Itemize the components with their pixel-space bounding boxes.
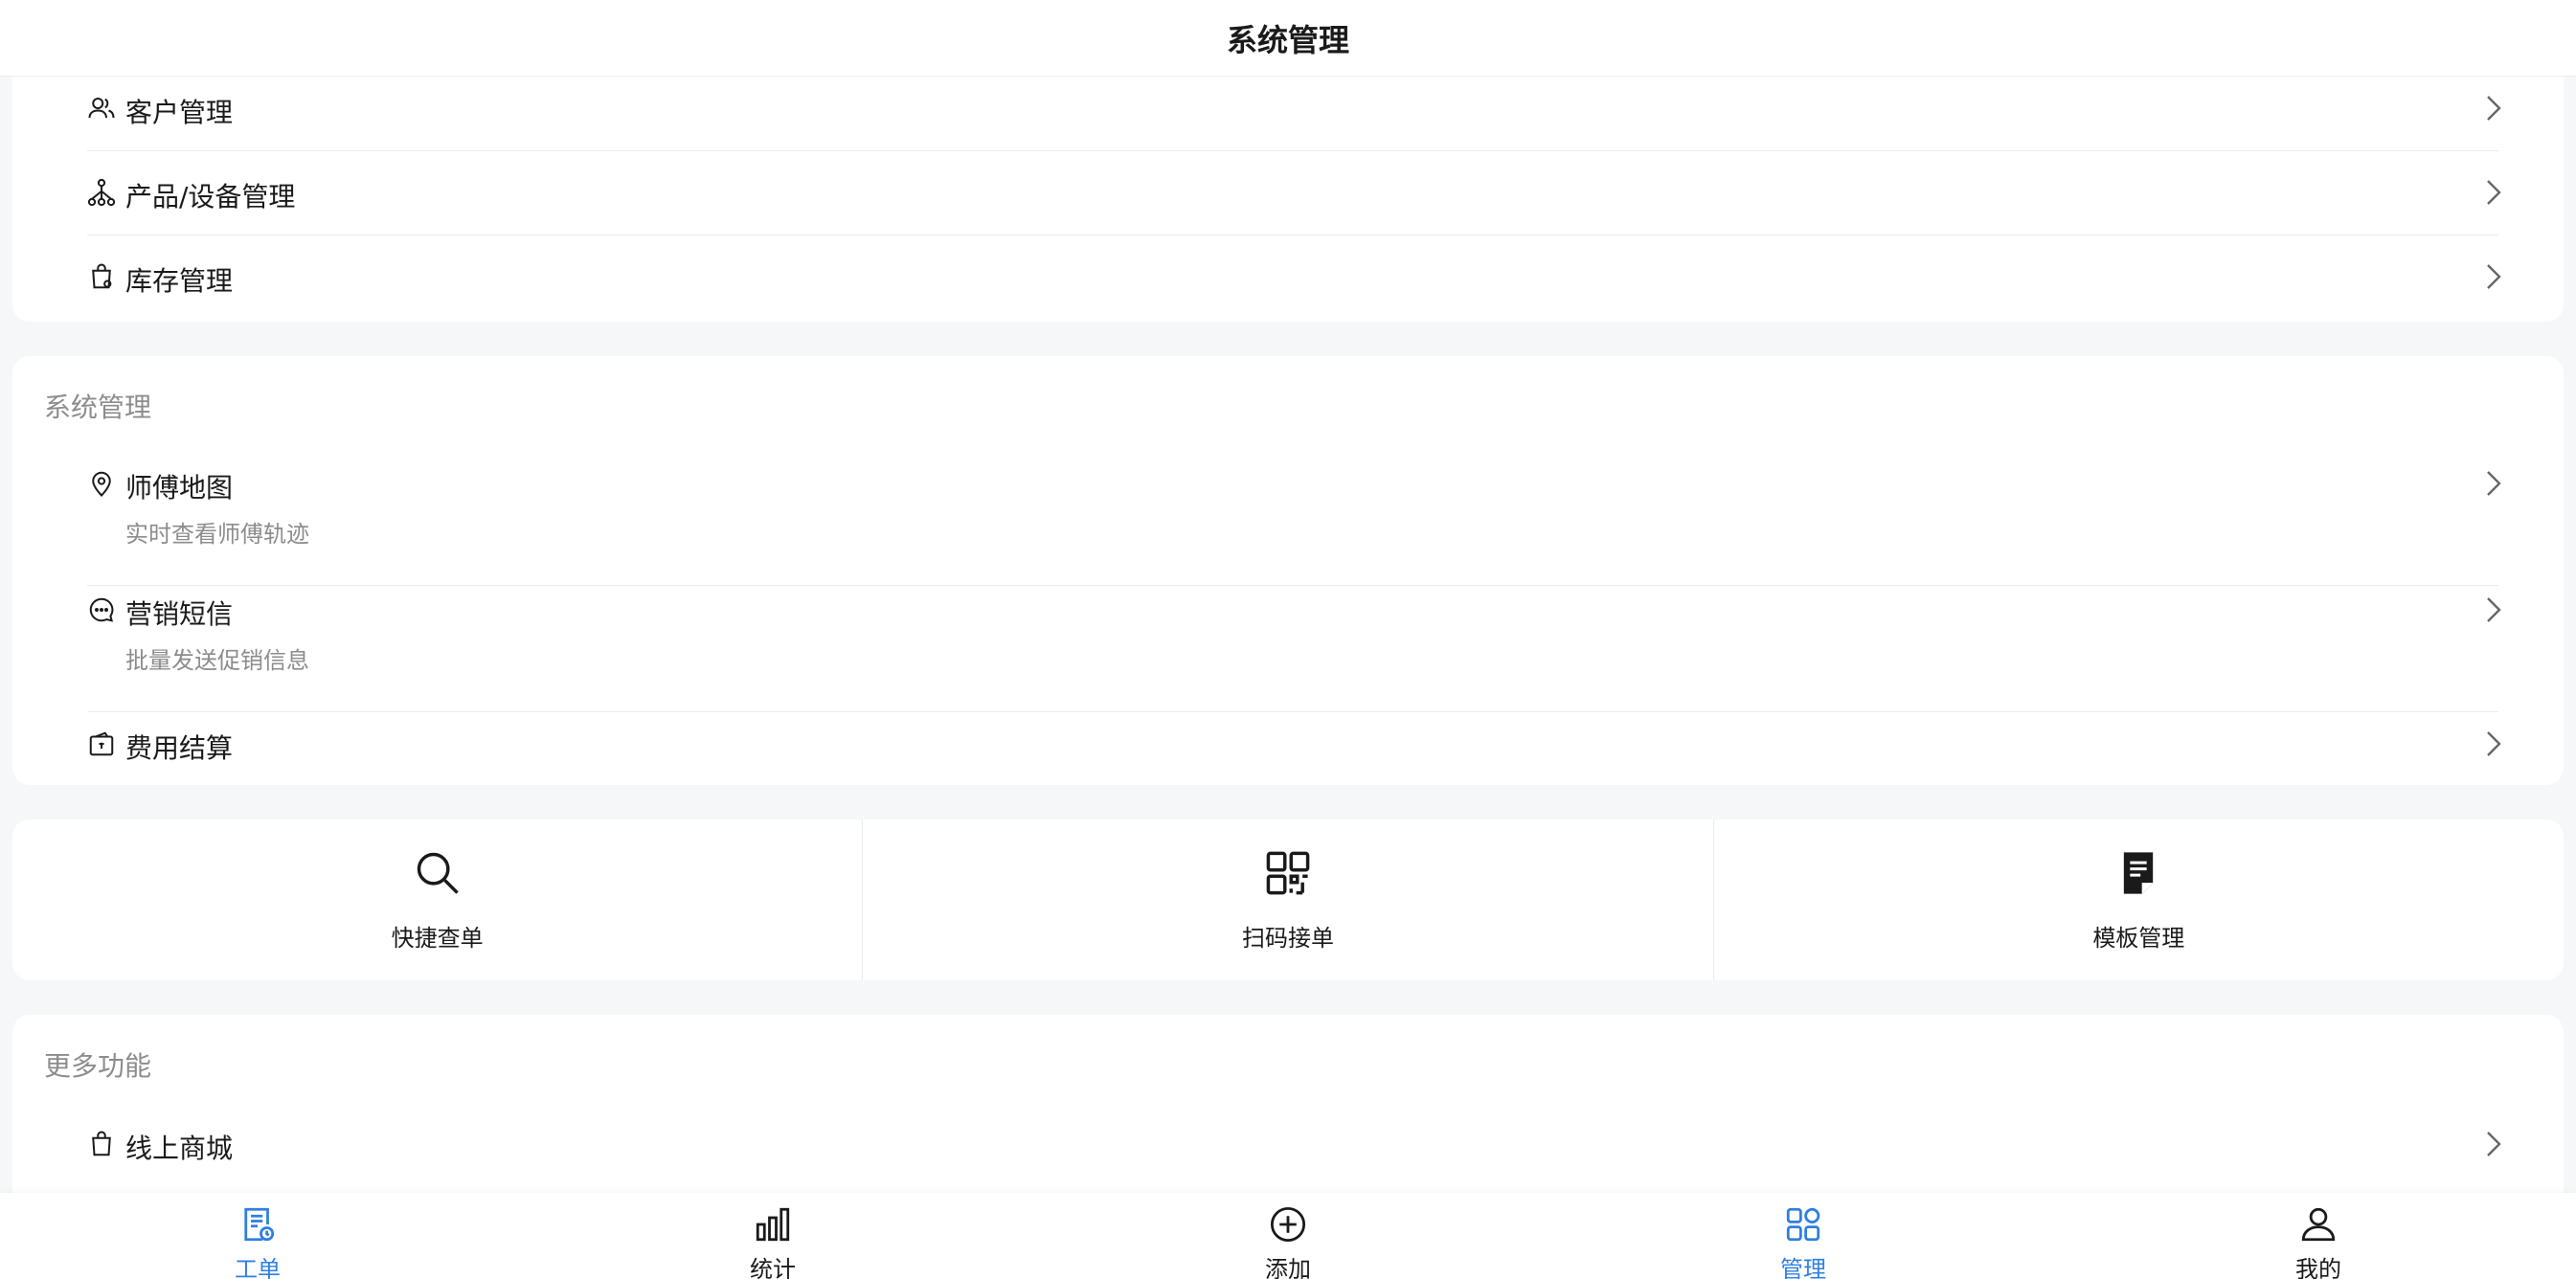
quick-actions-card: 快捷查单 扫码接单 模板管理 [12,819,2564,980]
chevron-right-icon [2487,597,2501,622]
list-item-label: 师傅地图 [125,472,234,504]
tab-add[interactable]: 添加 [1030,1193,1546,1279]
list-item-label: 线上商城 [125,1133,234,1164]
chevron-right-icon [2487,1132,2501,1156]
tab-profile[interactable]: 我的 [2061,1193,2576,1279]
management-card: 客户管理 产品/设备管理 库存管理 [12,57,2564,322]
plus-circle-icon [1270,1206,1306,1243]
list-item-marketing-sms[interactable]: 营销短信 批量发送促销信息 [76,586,2510,712]
tab-label: 我的 [2295,1256,2341,1279]
template-management-button[interactable]: 模板管理 [1714,819,2564,980]
page-title: 系统管理 [1226,21,1349,58]
bar-chart-icon [756,1207,790,1242]
work-order-icon [244,1207,275,1242]
tab-label: 工单 [235,1256,281,1279]
list-item-label: 产品/设备管理 [125,181,296,213]
list-item-fee-settlement[interactable]: 费用结算 [76,712,2510,785]
chevron-right-icon [2487,264,2501,289]
list-item-product-device-management[interactable]: 产品/设备管理 [76,151,2510,236]
list-item-label: 库存管理 [125,265,234,297]
tab-work-orders[interactable]: 工单 [0,1193,515,1279]
chevron-right-icon [2487,471,2501,496]
list-item-label: 营销短信 [125,598,234,630]
list-item-technician-map[interactable]: 师傅地图 实时查看师傅轨迹 [76,460,2510,586]
list-item-inventory-management[interactable]: 库存管理 [76,236,2510,322]
bottom-tab-bar: 工单 统计 添加 管理 我的 [0,1193,2576,1279]
section-title: 系统管理 [44,392,152,423]
list-item-label: 费用结算 [125,732,234,764]
chat-bubble-icon [89,597,114,622]
more-features-card: 更多功能 线上商城 [12,1015,2564,1193]
tab-management[interactable]: 管理 [1546,1193,2061,1279]
list-item-description: 实时查看师傅轨迹 [125,521,309,548]
quick-action-label: 快捷查单 [391,925,484,952]
shopping-bag-icon [92,263,112,289]
system-management-card: 系统管理 师傅地图 实时查看师傅轨迹 营销短信 批量发送促销信息 费用结算 [12,356,2564,785]
user-icon [2301,1207,2336,1242]
list-item-description: 批量发送促销信息 [125,647,309,674]
tab-label: 管理 [1780,1256,1826,1279]
tab-statistics[interactable]: 统计 [515,1193,1030,1279]
wallet-icon [89,731,114,756]
qrcode-icon [1266,851,1310,895]
tab-label: 统计 [750,1256,796,1279]
list-item-online-mall[interactable]: 线上商城 [76,1118,2510,1193]
tab-label: 添加 [1265,1256,1311,1279]
quick-search-order-button[interactable]: 快捷查单 [12,819,864,980]
search-icon [417,852,459,894]
section-title: 更多功能 [44,1050,152,1082]
location-pin-icon [92,471,111,497]
navigation-bar: 系统管理 [0,0,2576,77]
document-icon [2124,852,2154,894]
list-item-label: 客户管理 [125,97,234,128]
chevron-right-icon [2487,731,2501,756]
shopping-bag-icon [92,1131,111,1156]
hierarchy-icon [87,178,116,207]
users-icon [88,98,115,119]
grid-icon [1786,1207,1820,1242]
quick-action-label: 模板管理 [2092,925,2185,952]
quick-action-label: 扫码接单 [1241,925,1334,952]
chevron-right-icon [2487,96,2501,121]
chevron-right-icon [2487,180,2501,205]
scan-accept-order-button[interactable]: 扫码接单 [863,819,1714,980]
